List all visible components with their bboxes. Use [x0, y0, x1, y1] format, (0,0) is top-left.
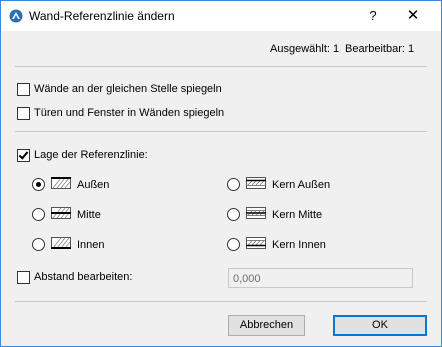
ok-button[interactable]: OK: [333, 315, 427, 336]
dialog-body: Ausgewählt: 1 Bearbeitbar: 1 Wände an de…: [1, 31, 441, 346]
divider-bottom: [15, 301, 427, 302]
radio-core-outside[interactable]: [227, 178, 240, 191]
app-logo-icon: [9, 9, 23, 23]
mirror-walls-label: Wände an der gleichen Stelle spiegeln: [34, 83, 222, 95]
offset-input[interactable]: 0,000: [228, 268, 413, 288]
cancel-button[interactable]: Abbrechen: [228, 315, 305, 336]
mirror-walls-checkbox[interactable]: [17, 83, 30, 96]
wall-outside-icon: [51, 177, 71, 189]
radio-inside-label: Innen: [77, 239, 105, 251]
edit-offset-checkbox[interactable]: [17, 271, 30, 284]
mirror-doors-windows-checkbox[interactable]: [17, 107, 30, 120]
title-bar: Wand-Referenzlinie ändern ? ✕: [1, 1, 441, 31]
reference-line-label: Lage der Referenzlinie:: [34, 149, 148, 161]
dialog-window: Wand-Referenzlinie ändern ? ✕ Ausgewählt…: [0, 0, 442, 347]
radio-core-inside[interactable]: [227, 238, 240, 251]
radio-center-label: Mitte: [77, 209, 101, 221]
radio-outside[interactable]: [32, 178, 45, 191]
divider-middle: [15, 131, 427, 132]
radio-core-inside-label: Kern Innen: [272, 239, 326, 251]
core-center-icon: [246, 207, 266, 219]
radio-core-center[interactable]: [227, 208, 240, 221]
radio-core-center-label: Kern Mitte: [272, 209, 323, 221]
radio-inside[interactable]: [32, 238, 45, 251]
edit-offset-label: Abstand bearbeiten:: [34, 271, 133, 283]
help-button[interactable]: ?: [361, 5, 385, 27]
divider-top: [15, 66, 427, 67]
wall-inside-icon: [51, 237, 71, 249]
mirror-doors-windows-label: Türen und Fenster in Wänden spiegeln: [34, 107, 225, 119]
close-button[interactable]: ✕: [399, 5, 427, 27]
window-title: Wand-Referenzlinie ändern: [29, 9, 175, 23]
selected-count: Ausgewählt: 1: [270, 43, 340, 55]
core-outside-icon: [246, 177, 266, 189]
radio-core-outside-label: Kern Außen: [272, 179, 331, 191]
editable-count: Bearbeitbar: 1: [345, 43, 415, 55]
wall-center-icon: [51, 207, 71, 219]
radio-center[interactable]: [32, 208, 45, 221]
core-inside-icon: [246, 237, 266, 249]
reference-line-checkbox[interactable]: [17, 149, 30, 162]
radio-outside-label: Außen: [77, 179, 110, 191]
